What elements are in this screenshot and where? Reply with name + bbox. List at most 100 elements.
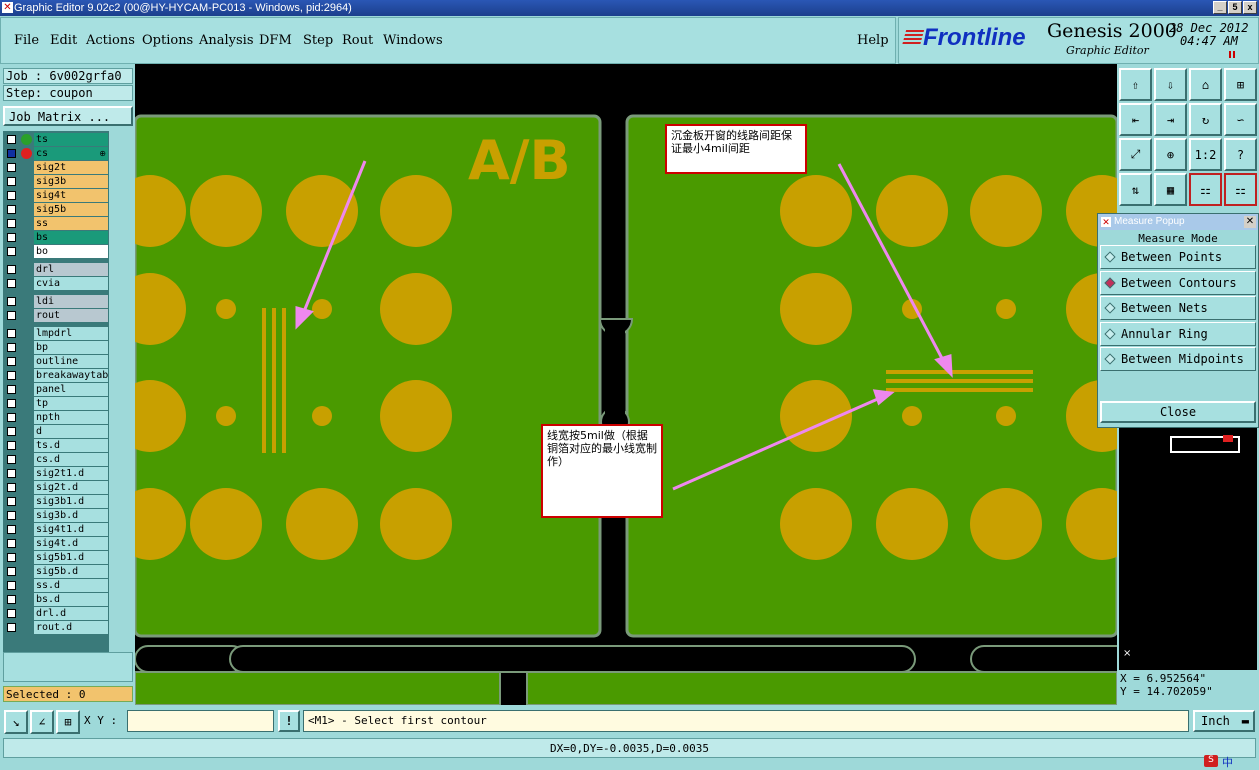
layer-row-bp[interactable]: bp (4, 341, 108, 354)
layer-row-sig3b-d[interactable]: sig3b.d (4, 509, 108, 522)
layer-checkbox[interactable] (7, 609, 16, 618)
pcb-view[interactable]: A/B (135, 64, 1117, 705)
flip-icon[interactable]: ⇅ (1119, 173, 1152, 206)
layer-row-sig3b1-d[interactable]: sig3b1.d (4, 495, 108, 508)
layer-row-breakawaytab[interactable]: breakawaytab (4, 369, 108, 382)
grid2-icon[interactable]: ▦ (1154, 173, 1187, 206)
menu-dfm[interactable]: DFM (259, 33, 292, 48)
layer-row-sig3b[interactable]: sig3b (4, 175, 108, 188)
overview-map[interactable]: × (1119, 428, 1257, 670)
layer-checkbox[interactable] (7, 177, 16, 186)
layer-a-icon[interactable]: ⚏ (1189, 173, 1222, 206)
measure-option-between-contours[interactable]: Between Contours (1100, 270, 1256, 295)
layer-checkbox[interactable] (7, 623, 16, 632)
layer-checkbox[interactable] (7, 343, 16, 352)
layer-row-d[interactable]: d (4, 425, 108, 438)
layer-checkbox[interactable] (7, 427, 16, 436)
layer-row-cs[interactable]: cs ⊕ (4, 147, 108, 160)
measure-close-button[interactable]: Close (1100, 401, 1256, 423)
close-button[interactable]: x (1243, 1, 1257, 14)
layer-row-rout[interactable]: rout (4, 309, 108, 322)
layer-checkbox[interactable] (7, 149, 16, 158)
layer-row-sig2t-d[interactable]: sig2t.d (4, 481, 108, 494)
angle-icon[interactable]: ∠ (30, 710, 54, 734)
left-icon[interactable]: ⇤ (1119, 103, 1152, 136)
layer-row-ldi[interactable]: ldi (4, 295, 108, 308)
layer-row-sig2t[interactable]: sig2t (4, 161, 108, 174)
layer-row-sig4t[interactable]: sig4t (4, 189, 108, 202)
layer-checkbox[interactable] (7, 567, 16, 576)
up-icon[interactable]: ⇧ (1119, 68, 1152, 101)
layer-checkbox[interactable] (7, 163, 16, 172)
layer-checkbox[interactable] (7, 265, 16, 274)
layer-checkbox[interactable] (7, 311, 16, 320)
layer-row-cvia[interactable]: cvia (4, 277, 108, 290)
menu-help[interactable]: Help (857, 33, 889, 48)
measure-option-between-midpoints[interactable]: Between Midpoints (1100, 347, 1256, 371)
layer-checkbox[interactable] (7, 247, 16, 256)
layer-checkbox[interactable] (7, 497, 16, 506)
layer-row-ts-d[interactable]: ts.d (4, 439, 108, 452)
layer-checkbox[interactable] (7, 219, 16, 228)
layer-row-tp[interactable]: tp (4, 397, 108, 410)
layer-checkbox[interactable] (7, 511, 16, 520)
measure-option-between-nets[interactable]: Between Nets (1100, 296, 1256, 320)
graphic-canvas[interactable]: A/B 沉金板开窗的线路间距保证最小4mil间距 线宽按5mil做（根据铜箔对应… (135, 64, 1117, 705)
layer-row-outline[interactable]: outline (4, 355, 108, 368)
layer-checkbox[interactable] (7, 525, 16, 534)
menu-options[interactable]: Options (142, 33, 193, 48)
layer-row-panel[interactable]: panel (4, 383, 108, 396)
layer-row-ss-d[interactable]: ss.d (4, 579, 108, 592)
layer-row-sig5b[interactable]: sig5b (4, 203, 108, 216)
menu-file[interactable]: File (14, 33, 39, 48)
warning-icon[interactable]: ! (278, 710, 300, 732)
layer-row-ts[interactable]: ts (4, 133, 108, 146)
measure-popup-close-icon[interactable]: ✕ (1244, 216, 1256, 228)
layer-checkbox[interactable] (7, 483, 16, 492)
layer-row-drl-d[interactable]: drl.d (4, 607, 108, 620)
layer-row-bs-d[interactable]: bs.d (4, 593, 108, 606)
zoom-icon[interactable]: ⊕ (1154, 138, 1187, 171)
layer-b-icon[interactable]: ⚏ (1224, 173, 1257, 206)
layer-row-ss[interactable]: ss (4, 217, 108, 230)
menu-analysis[interactable]: Analysis (199, 33, 254, 48)
menu-windows[interactable]: Windows (383, 33, 443, 48)
units-select[interactable]: Inch ▬ (1193, 710, 1255, 732)
menu-rout[interactable]: Rout (342, 33, 373, 48)
job-matrix-button[interactable]: Job Matrix ... (3, 106, 133, 126)
layer-row-sig2t1-d[interactable]: sig2t1.d (4, 467, 108, 480)
layer-checkbox[interactable] (7, 233, 16, 242)
menu-edit[interactable]: Edit (50, 33, 77, 48)
layer-checkbox[interactable] (7, 385, 16, 394)
restore-button[interactable]: 5 (1228, 1, 1242, 14)
home-icon[interactable]: ⌂ (1189, 68, 1222, 101)
help-button[interactable]: ? (1224, 138, 1257, 171)
layer-checkbox[interactable] (7, 357, 16, 366)
layer-checkbox[interactable] (7, 279, 16, 288)
rotate-icon[interactable]: ↻ (1189, 103, 1222, 136)
layer-checkbox[interactable] (7, 539, 16, 548)
measure-option-annular-ring[interactable]: Annular Ring (1100, 321, 1256, 346)
menu-actions[interactable]: Actions (86, 33, 135, 48)
layer-row-lmpdrl[interactable]: lmpdrl (4, 327, 108, 340)
fit-icon[interactable]: ⤢ (1119, 138, 1152, 171)
layer-row-bo[interactable]: bo (4, 245, 108, 258)
layer-checkbox[interactable] (7, 455, 16, 464)
layer-checkbox[interactable] (7, 297, 16, 306)
ratio-button[interactable]: 1:2 (1189, 138, 1222, 171)
measure-option-between-points[interactable]: Between Points (1100, 245, 1256, 269)
layer-row-sig4t-d[interactable]: sig4t.d (4, 537, 108, 550)
down-icon[interactable]: ⇩ (1154, 68, 1187, 101)
xy-input[interactable] (127, 710, 274, 732)
layer-row-rout-d[interactable]: rout.d (4, 621, 108, 634)
layer-checkbox[interactable] (7, 581, 16, 590)
ime-indicator[interactable]: 中 (1222, 754, 1233, 770)
layer-row-cs-d[interactable]: cs.d (4, 453, 108, 466)
layer-checkbox[interactable] (7, 469, 16, 478)
minimize-button[interactable]: _ (1213, 1, 1227, 14)
snap-icon[interactable]: ↘ (4, 710, 28, 734)
layer-row-npth[interactable]: npth (4, 411, 108, 424)
layer-checkbox[interactable] (7, 135, 16, 144)
layer-checkbox[interactable] (7, 399, 16, 408)
layer-checkbox[interactable] (7, 595, 16, 604)
